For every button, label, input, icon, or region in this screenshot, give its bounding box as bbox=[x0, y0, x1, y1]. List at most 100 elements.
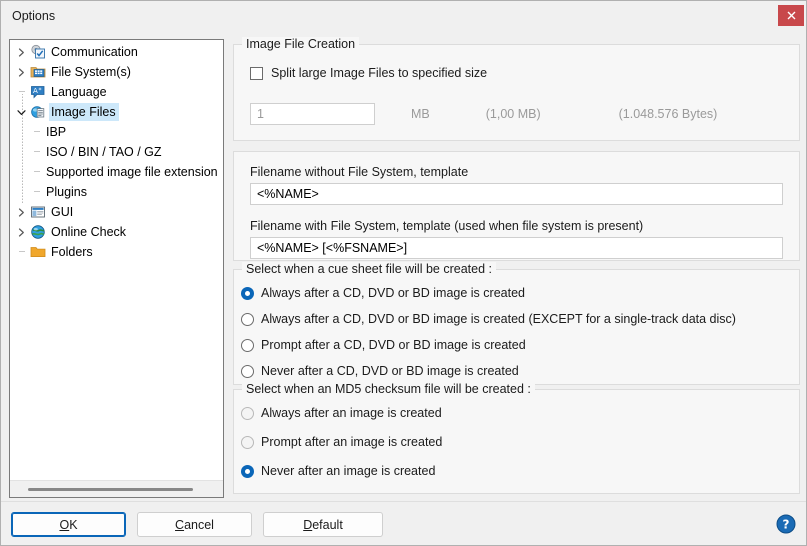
filename-without-fs-label: Filename without File System, template bbox=[250, 165, 469, 179]
radio-label: Always after an image is created bbox=[261, 406, 442, 420]
tree-item-label: Folders bbox=[51, 245, 93, 259]
tree-item-folders[interactable]: ┄ Folders bbox=[10, 242, 223, 262]
cue-sheet-group: Select when a cue sheet file will be cre… bbox=[233, 262, 800, 385]
chevron-down-icon[interactable] bbox=[14, 102, 29, 122]
settings-content-pane: Image File Creation Split large Image Fi… bbox=[233, 37, 800, 498]
language-icon: A * bbox=[29, 84, 47, 100]
scrollbar-thumb[interactable] bbox=[28, 487, 193, 491]
size-mb-readout: (1,00 MB) bbox=[485, 107, 541, 121]
tree-item-supported-image-file-extension[interactable]: ┄ Supported image file extension bbox=[10, 162, 223, 182]
cancel-button[interactable]: Cancel bbox=[137, 512, 252, 537]
md5-radio-prompt[interactable]: Prompt after an image is created bbox=[241, 435, 442, 449]
close-icon bbox=[787, 11, 796, 20]
image-file-creation-group: Image File Creation Split large Image Fi… bbox=[233, 37, 800, 141]
chevron-right-icon[interactable] bbox=[14, 222, 29, 242]
radio-label: Never after an image is created bbox=[261, 464, 436, 478]
radio-indicator bbox=[241, 406, 254, 420]
radio-label: Always after a CD, DVD or BD image is cr… bbox=[261, 286, 525, 300]
tree-guide-dash: ┄ bbox=[18, 246, 25, 258]
tree-item-label: ISO / BIN / TAO / GZ bbox=[46, 145, 162, 159]
tree-item-image-files[interactable]: Image Files bbox=[10, 102, 223, 122]
tree-item-ibp[interactable]: ┄ IBP bbox=[10, 122, 223, 142]
tree-guide-dash: ┄ bbox=[33, 146, 40, 158]
radio-indicator bbox=[241, 338, 254, 352]
options-dialog: Options Communication File System(s) ┄ A… bbox=[0, 0, 807, 546]
default-button-rest: efault bbox=[312, 517, 343, 532]
gui-icon bbox=[29, 204, 47, 220]
radio-indicator bbox=[241, 464, 254, 478]
image-files-icon bbox=[29, 104, 47, 120]
filename-without-fs-input[interactable]: <%NAME> bbox=[250, 183, 783, 205]
split-large-image-files-checkbox[interactable]: Split large Image Files to specified siz… bbox=[250, 66, 487, 80]
tree-guide-dash: ┄ bbox=[18, 86, 25, 98]
window-title: Options bbox=[12, 8, 56, 23]
tree-item-label: File System(s) bbox=[51, 65, 131, 79]
cue-radio-always-except-single-track[interactable]: Always after a CD, DVD or BD image is cr… bbox=[241, 312, 736, 326]
communication-gear-icon bbox=[29, 44, 47, 60]
title-bar: Options bbox=[1, 1, 806, 30]
tree-guide-dash: ┄ bbox=[33, 186, 40, 198]
svg-text:?: ? bbox=[783, 518, 790, 532]
tree-item-label: GUI bbox=[51, 205, 74, 219]
chevron-right-icon[interactable] bbox=[14, 42, 29, 62]
tree-item-label: Supported image file extension bbox=[46, 165, 218, 179]
tree-item-label: IBP bbox=[46, 125, 67, 139]
checkbox-box bbox=[250, 66, 263, 80]
ok-button[interactable]: OK bbox=[11, 512, 126, 537]
cue-radio-prompt[interactable]: Prompt after a CD, DVD or BD image is cr… bbox=[241, 338, 526, 352]
radio-label: Prompt after a CD, DVD or BD image is cr… bbox=[261, 338, 526, 352]
tree-guide-dash: ┄ bbox=[33, 126, 40, 138]
dialog-button-bar: OK Cancel Default ? bbox=[1, 501, 806, 545]
chevron-right-icon[interactable] bbox=[14, 62, 29, 82]
md5-checksum-group: Select when an MD5 checksum file will be… bbox=[233, 382, 800, 494]
filename-template-group: Filename without File System, template <… bbox=[233, 151, 800, 261]
tree-item-label: Plugins bbox=[46, 185, 87, 199]
close-button[interactable] bbox=[778, 5, 804, 26]
folder-icon bbox=[29, 244, 47, 260]
svg-text:*: * bbox=[39, 87, 42, 94]
tree-item-iso-bin-tao-gz[interactable]: ┄ ISO / BIN / TAO / GZ bbox=[10, 142, 223, 162]
split-size-row: 1 MB (1,00 MB) (1.048.576 Bytes) bbox=[250, 103, 717, 125]
split-size-input[interactable]: 1 bbox=[250, 103, 375, 125]
group-legend: Image File Creation bbox=[242, 37, 360, 51]
settings-tree[interactable]: Communication File System(s) ┄ A * Langu… bbox=[10, 40, 223, 480]
size-unit-label: MB bbox=[411, 107, 430, 121]
tree-item-language[interactable]: ┄ A * Language bbox=[10, 82, 223, 102]
svg-text:A: A bbox=[33, 87, 38, 95]
default-button[interactable]: Default bbox=[263, 512, 383, 537]
md5-radio-never[interactable]: Never after an image is created bbox=[241, 464, 435, 478]
tree-item-label: Communication bbox=[51, 45, 138, 59]
tree-guide-dash: ┄ bbox=[33, 166, 40, 178]
tree-horizontal-scrollbar[interactable] bbox=[10, 480, 223, 497]
group-legend: Select when an MD5 checksum file will be… bbox=[242, 382, 535, 396]
cue-radio-always[interactable]: Always after a CD, DVD or BD image is cr… bbox=[241, 286, 525, 300]
default-button-mnemonic: D bbox=[303, 517, 313, 532]
ok-button-mnemonic: O bbox=[59, 517, 70, 532]
cue-radio-never[interactable]: Never after a CD, DVD or BD image is cre… bbox=[241, 364, 519, 378]
tree-item-online-check[interactable]: Online Check bbox=[10, 222, 223, 242]
radio-indicator bbox=[241, 312, 254, 326]
filename-with-fs-input[interactable]: <%NAME> [<%FSNAME>] bbox=[250, 237, 783, 259]
help-question-icon: ? bbox=[776, 514, 796, 534]
cancel-button-mnemonic: C bbox=[175, 517, 185, 532]
md5-radio-always[interactable]: Always after an image is created bbox=[241, 406, 442, 420]
radio-indicator bbox=[241, 435, 254, 449]
tree-item-label: Online Check bbox=[51, 225, 127, 239]
radio-indicator bbox=[241, 364, 254, 378]
tree-item-plugins[interactable]: ┄ Plugins bbox=[10, 182, 223, 202]
size-bytes-readout: (1.048.576 Bytes) bbox=[618, 107, 718, 121]
tree-item-label: Image Files bbox=[49, 103, 119, 121]
tree-item-file-systems[interactable]: File System(s) bbox=[10, 62, 223, 82]
chevron-right-icon[interactable] bbox=[14, 202, 29, 222]
checkbox-label: Split large Image Files to specified siz… bbox=[271, 66, 488, 80]
tree-item-communication[interactable]: Communication bbox=[10, 42, 223, 62]
radio-label: Prompt after an image is created bbox=[261, 435, 443, 449]
tree-item-gui[interactable]: GUI bbox=[10, 202, 223, 222]
filename-with-fs-label: Filename with File System, template (use… bbox=[250, 219, 644, 233]
help-button[interactable]: ? bbox=[776, 514, 796, 534]
ok-button-rest: K bbox=[69, 517, 78, 532]
cancel-button-rest: ancel bbox=[184, 517, 214, 532]
file-system-icon bbox=[29, 64, 47, 80]
radio-label: Always after a CD, DVD or BD image is cr… bbox=[261, 312, 736, 326]
group-legend: Select when a cue sheet file will be cre… bbox=[242, 262, 496, 276]
